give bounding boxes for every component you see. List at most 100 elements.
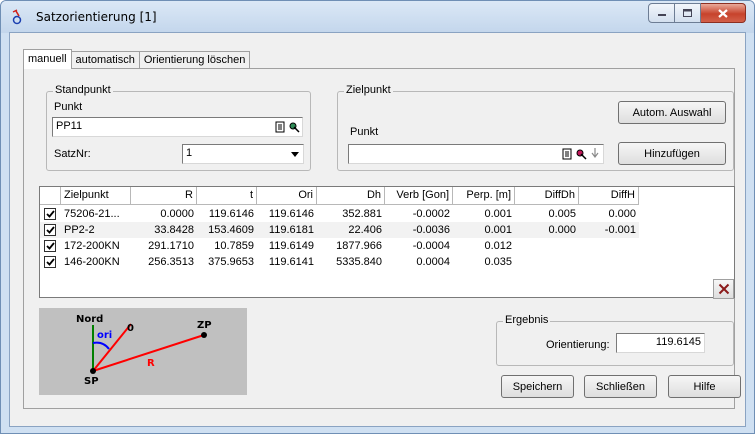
dialog-window: Satzorientierung [1] manuell automatisch… [0,0,755,434]
cell-dh: 1877.966 [336,240,382,252]
help-button[interactable]: Hilfe [668,375,741,398]
orientierung-value: 119.6145 [655,336,701,348]
hinzufuegen-button[interactable]: Hinzufügen [618,142,726,165]
cell-diffdh [515,254,579,270]
close-icon [718,8,728,18]
row-check-cell [40,254,61,270]
cell-diffh: -0.001 [604,224,636,236]
cell-dh: 5335.840 [336,256,382,268]
sp-point [90,368,96,374]
cell-r: 33.8428 [154,224,194,236]
table-header: Zielpunkt R t Ori Dh Verb [Gon] Perp. [m… [40,187,639,205]
arrow-down-icon[interactable] [589,147,601,160]
row-check-cell [40,222,61,238]
orientierung-label: Orientierung: [546,339,610,351]
maximize-button[interactable] [675,3,701,23]
close-button[interactable]: Schließen [584,375,657,398]
cell-diffh [579,254,639,270]
cell-t: 119.6146 [208,208,254,220]
column-header-zielpunkt[interactable]: Zielpunkt [61,187,131,205]
cell-zielpunkt: 172-200KN [64,240,120,252]
table-row[interactable]: 75206-21... 0.0000 119.6146 119.6146 352… [40,206,639,222]
cell-dh: 22.406 [348,224,382,236]
checkbox-checked-icon[interactable] [44,256,56,268]
cell-t: 10.7859 [214,240,254,252]
satznr-label: SatzNr: [54,148,91,160]
pick-icon[interactable] [288,120,300,133]
orientierung-field[interactable]: 119.6145 [616,333,705,353]
label-nord: Nord [76,314,103,325]
delete-row-button[interactable] [713,279,734,299]
cell-zielpunkt: 75206-21... [64,208,120,220]
column-header-perp[interactable]: Perp. [m] [453,187,515,205]
browse-icon[interactable] [561,147,573,160]
tab-strip: manuell automatisch Orientierung löschen [23,49,251,69]
cell-t: 375.9653 [208,256,254,268]
tab-automatisch[interactable]: automatisch [70,51,140,69]
chevron-down-icon[interactable] [288,146,302,162]
checkbox-checked-icon[interactable] [44,224,56,236]
cell-dh: 352.881 [342,208,382,220]
satznr-value: 1 [186,147,193,159]
zielpunkt-punkt-label: Punkt [350,126,379,138]
label-zero: 0 [127,323,134,334]
table-row[interactable]: 146-200KN 256.3513 375.9653 119.6141 533… [40,254,639,270]
cell-verb: -0.0004 [412,240,450,252]
label-ori: ori [97,330,112,341]
cell-verb: 0.0004 [416,256,450,268]
column-header-r[interactable]: R [131,187,197,205]
zielpunkt-punkt-input[interactable] [348,144,604,164]
checkbox-checked-icon[interactable] [44,208,56,220]
browse-icon[interactable] [274,120,286,133]
cell-zielpunkt: 146-200KN [64,256,120,268]
label-r: R [147,358,155,369]
column-header-t[interactable]: t [197,187,257,205]
close-window-button[interactable] [701,3,746,23]
ergebnis-legend: Ergebnis [503,314,551,326]
tab-manuell[interactable]: manuell [23,49,72,69]
cell-r: 0.0000 [160,208,194,220]
standpunkt-legend: Standpunkt [53,84,113,96]
column-header-verb[interactable]: Verb [Gon] [385,187,453,205]
cell-diffdh [515,238,579,254]
orientation-diagram: Nord ori 0 ZP R SP [39,308,247,395]
cell-diffdh: 0.000 [548,224,576,236]
cell-r: 256.3513 [148,256,194,268]
column-header-diffdh[interactable]: DiffDh [515,187,579,205]
tab-orientierung-loeschen[interactable]: Orientierung löschen [138,51,251,69]
cell-diffdh: 0.005 [548,208,576,220]
minimize-button[interactable] [648,3,675,23]
standpunkt-punkt-input[interactable]: PP11 [52,117,303,137]
table-row[interactable]: PP2-2 33.8428 153.4609 119.6181 22.406 -… [40,222,639,238]
title-bar[interactable]: Satzorientierung [1] [1,1,754,33]
save-button[interactable]: Speichern [501,375,574,398]
row-check-cell [40,238,61,254]
cell-ori: 119.6146 [268,208,314,220]
column-header-diffh[interactable]: DiffH [579,187,639,205]
autom-auswahl-button[interactable]: Autom. Auswahl [618,101,726,124]
checkbox-checked-icon[interactable] [44,240,56,252]
window-title: Satzorientierung [1] [36,10,157,24]
column-header-check[interactable] [40,187,61,205]
satznr-combobox[interactable]: 1 [182,144,304,164]
zielpunkt-legend: Zielpunkt [344,84,393,96]
column-header-dh[interactable]: Dh [317,187,385,205]
ori-arc [92,341,110,350]
cell-ori: 119.6141 [268,256,314,268]
table-row[interactable]: 172-200KN 291.1710 10.7859 119.6149 1877… [40,238,639,254]
cell-perp: 0.001 [484,208,512,220]
zp-point [201,332,207,338]
maximize-icon [683,9,692,17]
minimize-icon [657,14,666,16]
cell-perp: 0.012 [484,240,512,252]
standpunkt-punkt-label: Punkt [54,101,83,113]
cell-perp: 0.001 [484,224,512,236]
app-icon [12,9,22,25]
cell-ori: 119.6181 [268,224,314,236]
pick-icon[interactable] [575,147,587,160]
cell-verb: -0.0036 [412,224,450,236]
column-header-ori[interactable]: Ori [257,187,317,205]
standpunkt-punkt-value: PP11 [56,120,83,132]
zielpunkte-table[interactable]: Zielpunkt R t Ori Dh Verb [Gon] Perp. [m… [39,186,735,298]
caption-buttons [648,3,746,23]
